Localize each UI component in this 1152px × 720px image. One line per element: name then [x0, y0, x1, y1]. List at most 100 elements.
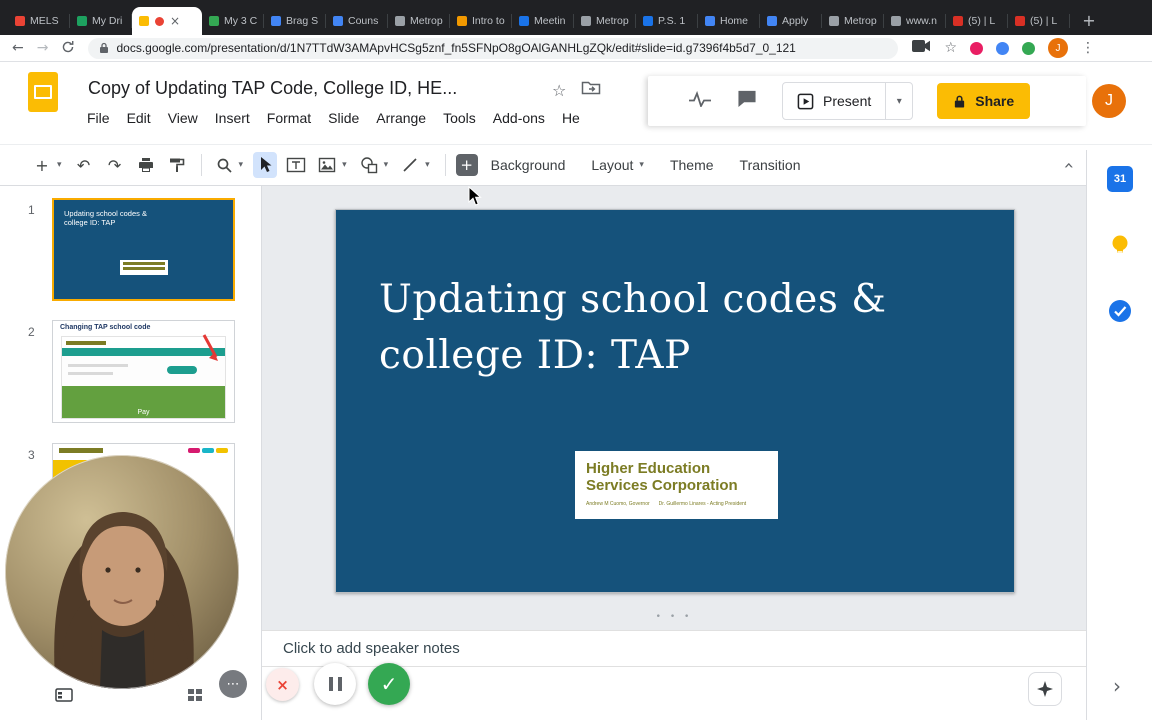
comments-icon[interactable]: [736, 89, 758, 113]
new-slide-caret-icon[interactable]: ▾: [57, 160, 62, 170]
zoom-caret-icon[interactable]: ▾: [239, 160, 244, 170]
cast-video-icon[interactable]: [911, 39, 931, 58]
slides-app-icon[interactable]: [28, 72, 58, 112]
present-button[interactable]: Present: [783, 93, 885, 110]
browser-tab[interactable]: Metrop: [574, 7, 636, 35]
insert-line-icon[interactable]: [398, 152, 422, 178]
menu-insert[interactable]: Insert: [215, 110, 250, 126]
menu-file[interactable]: File: [87, 110, 110, 126]
document-title[interactable]: Copy of Updating TAP Code, College ID, H…: [88, 78, 457, 99]
hesc-logo-line2: Services Corporation: [586, 477, 738, 494]
forward-icon[interactable]: →: [37, 41, 49, 55]
browser-menu-kebab-icon[interactable]: ⋮: [1081, 41, 1095, 55]
browser-tab[interactable]: Intro to: [450, 7, 512, 35]
browser-tab[interactable]: P.S. 1: [636, 7, 698, 35]
menu-tools[interactable]: Tools: [443, 110, 476, 126]
browser-tab[interactable]: Brag S: [264, 7, 326, 35]
select-tool-icon[interactable]: [253, 152, 278, 178]
browser-tab[interactable]: Metrop: [822, 7, 884, 35]
menu-addons[interactable]: Add-ons: [493, 110, 545, 126]
tab-close-icon[interactable]: ×: [170, 15, 180, 27]
present-dropdown-caret[interactable]: ▾: [885, 83, 912, 119]
extension-blue-icon[interactable]: [996, 41, 1010, 55]
shape-caret-icon[interactable]: ▾: [384, 160, 389, 170]
expand-panel-chevron-icon[interactable]: ›: [1113, 674, 1121, 698]
tasks-icon[interactable]: [1107, 298, 1133, 324]
speaker-notes-input[interactable]: Click to add speaker notes: [262, 630, 1086, 667]
notes-resize-grip[interactable]: • • •: [656, 612, 693, 622]
slide-thumbnail-2[interactable]: Changing TAP school code Pay: [52, 320, 235, 423]
tab-favicon-icon: [829, 16, 839, 26]
recorder-finish-button[interactable]: ✓: [368, 663, 410, 705]
browser-tab[interactable]: Couns: [326, 7, 388, 35]
hesc-logo-subtext: Andrew M Cuomo, Governor Dr. Guillermo Li…: [586, 501, 747, 507]
paint-format-icon[interactable]: [165, 152, 189, 178]
explore-button[interactable]: [1028, 672, 1062, 706]
browser-tab[interactable]: Apply: [760, 7, 822, 35]
browser-tab[interactable]: My 3 C: [202, 7, 264, 35]
background-button[interactable]: Background: [491, 157, 566, 173]
menu-format[interactable]: Format: [267, 110, 311, 126]
menu-help[interactable]: He: [562, 110, 580, 126]
browser-tab[interactable]: MELS: [8, 7, 70, 35]
text-box-icon[interactable]: [284, 152, 308, 178]
menu-view[interactable]: View: [168, 110, 198, 126]
menu-slide[interactable]: Slide: [328, 110, 359, 126]
browser-tab[interactable]: www.n: [884, 7, 946, 35]
calendar-icon[interactable]: 31: [1107, 166, 1133, 192]
thumb2-pay-label: Pay: [137, 409, 150, 416]
theme-button[interactable]: Theme: [670, 157, 714, 173]
menu-edit[interactable]: Edit: [127, 110, 151, 126]
activity-dashboard-icon[interactable]: [688, 90, 712, 112]
share-button[interactable]: Share: [937, 83, 1031, 119]
browser-tab[interactable]: Meetin: [512, 7, 574, 35]
present-play-icon: [797, 93, 814, 109]
insert-comment-icon[interactable]: +: [455, 154, 478, 176]
current-slide[interactable]: Updating school codes & college ID: TAP H…: [335, 209, 1015, 593]
insert-shape-icon[interactable]: [357, 152, 381, 178]
browser-profile-avatar[interactable]: J: [1048, 38, 1069, 58]
extension-pink-icon[interactable]: [970, 41, 984, 55]
slide-title-text[interactable]: Updating school codes & college ID: TAP: [379, 272, 886, 384]
header-actions-panel: Present ▾ Share: [648, 76, 1086, 126]
browser-tab[interactable]: My Dri: [70, 7, 132, 35]
insert-image-icon[interactable]: [315, 152, 339, 178]
layout-button[interactable]: Layout ▾: [591, 157, 644, 173]
collapse-toolbar-chevron-icon[interactable]: ›: [1058, 161, 1079, 168]
recorder-pause-button[interactable]: [314, 663, 356, 705]
recorder-more-button[interactable]: ⋯: [219, 670, 247, 698]
print-icon[interactable]: [134, 152, 158, 178]
lock-icon: [955, 95, 965, 108]
slide-canvas[interactable]: Updating school codes & college ID: TAP H…: [262, 185, 1086, 630]
transition-button[interactable]: Transition: [740, 157, 801, 173]
new-tab-button[interactable]: +: [1076, 7, 1102, 33]
line-caret-icon[interactable]: ▾: [425, 160, 430, 170]
keep-icon[interactable]: [1107, 232, 1133, 258]
webcam-overlay[interactable]: [4, 454, 240, 695]
slides-favicon-icon: [139, 16, 149, 26]
new-slide-button[interactable]: +: [30, 152, 54, 178]
browser-tab-active[interactable]: ×: [132, 7, 202, 35]
extension-green-icon[interactable]: [1022, 41, 1036, 55]
redo-icon[interactable]: ↷: [103, 152, 127, 178]
account-avatar[interactable]: J: [1092, 84, 1126, 118]
zoom-icon[interactable]: [212, 152, 236, 178]
slide-thumbnail-1[interactable]: Updating school codes & college ID: TAP: [52, 198, 235, 301]
recorder-cancel-button[interactable]: ×: [266, 668, 299, 701]
tab-title: My Dri: [92, 15, 123, 27]
browser-tab[interactable]: (5) | L: [1008, 7, 1070, 35]
image-caret-icon[interactable]: ▾: [342, 160, 347, 170]
browser-tab[interactable]: Home: [698, 7, 760, 35]
move-folder-icon[interactable]: [581, 80, 601, 101]
browser-tab-strip: MELS My Dri × My 3 C Brag S Couns Metrop…: [0, 0, 1152, 35]
browser-tab[interactable]: (5) | L: [946, 7, 1008, 35]
back-icon[interactable]: ←: [12, 41, 24, 55]
hesc-logo-box[interactable]: Higher Education Services Corporation An…: [575, 451, 778, 519]
menu-arrange[interactable]: Arrange: [376, 110, 426, 126]
undo-icon[interactable]: ↶: [72, 152, 96, 178]
refresh-icon[interactable]: [61, 40, 75, 56]
browser-tab[interactable]: Metrop: [388, 7, 450, 35]
url-field[interactable]: docs.google.com/presentation/d/1N7TTdW3A…: [88, 37, 899, 59]
bookmark-star-icon[interactable]: ☆: [944, 41, 957, 55]
star-document-icon[interactable]: ☆: [552, 81, 566, 100]
